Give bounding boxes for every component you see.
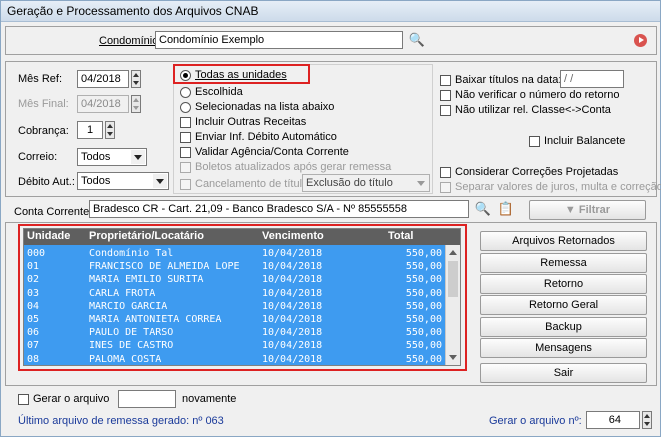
validar-agencia-checkbox[interactable] (180, 147, 191, 158)
nao-utilizar-checkbox[interactable] (440, 105, 451, 116)
cobranca-input[interactable]: 1 (77, 121, 103, 139)
mes-ref-label: Mês Ref: (18, 73, 63, 85)
filtrar-button: ▼ Filtrar (529, 200, 646, 220)
nao-verificar-checkbox[interactable] (440, 90, 451, 101)
escolhida-label[interactable]: Escolhida (195, 86, 243, 98)
cobranca-spinner[interactable] (105, 121, 115, 139)
enviar-debito-label[interactable]: Enviar Inf. Débito Automático (195, 131, 337, 143)
mes-final-spinner (131, 95, 141, 113)
backup-button[interactable]: Backup (480, 317, 647, 337)
incluir-balancete-checkbox[interactable] (529, 136, 540, 147)
nao-utilizar-label[interactable]: Não utilizar rel. Classe<->Conta (455, 104, 611, 116)
gerar-numero-spinner[interactable] (642, 411, 652, 429)
debito-label: Débito Aut.: (18, 176, 75, 188)
chevron-down-icon (153, 174, 167, 188)
sair-button[interactable]: Sair (480, 363, 647, 383)
retorno-geral-button[interactable]: Retorno Geral (480, 295, 647, 315)
mes-final-label: Mês Final: (18, 98, 69, 110)
enviar-debito-checkbox[interactable] (180, 132, 191, 143)
correio-value: Todos (81, 151, 111, 163)
gerar-numero-label: Gerar o arquivo nº: (489, 415, 582, 427)
retorno-button[interactable]: Retorno (480, 274, 647, 294)
cancelamento-checkbox (180, 179, 191, 190)
baixar-titulos-label[interactable]: Baixar títulos na data: (455, 74, 561, 86)
cnab-window: Geração e Processamento dos Arquivos CNA… (0, 0, 661, 437)
cobranca-label: Cobrança: (18, 125, 69, 137)
chevron-down-icon (414, 176, 428, 190)
separar-checkbox (440, 182, 451, 193)
todas-unidades-highlight (173, 64, 310, 84)
filtrar-label: Filtrar (578, 204, 611, 216)
gerar-arquivo-checkbox[interactable] (18, 394, 29, 405)
grid-highlight (18, 224, 467, 371)
baixar-titulos-checkbox[interactable] (440, 75, 451, 86)
incluir-outras-label[interactable]: Incluir Outras Receitas (195, 116, 306, 128)
mes-ref-spinner[interactable] (131, 70, 141, 88)
escolhida-radio[interactable] (180, 87, 191, 98)
remessa-button[interactable]: Remessa (480, 253, 647, 273)
selecionadas-label[interactable]: Selecionadas na lista abaixo (195, 101, 334, 113)
binoculars-search-icon[interactable]: 🔍 (472, 199, 494, 219)
selecionadas-radio[interactable] (180, 102, 191, 113)
play-icon[interactable] (634, 34, 647, 47)
debito-select[interactable]: Todos (77, 172, 169, 190)
gerar-numero-input[interactable]: 64 (586, 411, 640, 429)
considerar-label[interactable]: Considerar Correções Projetadas (455, 166, 618, 178)
mensagens-button[interactable]: Mensagens (480, 338, 647, 358)
binoculars-search-icon[interactable]: 🔍 (406, 30, 428, 50)
baixar-data-input[interactable]: / / (560, 70, 624, 88)
boletos-atualizados-checkbox (180, 162, 191, 173)
correio-label: Correio: (18, 151, 58, 163)
separar-label: Separar valores de juros, multa e correç… (455, 181, 661, 193)
condominio-label: Condomínio: (99, 35, 162, 47)
cancelamento-label: Cancelamento de título (195, 178, 309, 190)
mes-final-input: 04/2018 (77, 95, 129, 113)
considerar-checkbox[interactable] (440, 167, 451, 178)
conta-corrente-label: Conta Corrente: (14, 206, 93, 218)
boletos-atualizados-label: Boletos atualizados após gerar remessa (195, 161, 392, 173)
mes-ref-input[interactable]: 04/2018 (77, 70, 129, 88)
cancelamento-value: Exclusão do título (306, 177, 393, 189)
debito-value: Todos (81, 175, 111, 187)
incluir-balancete-label[interactable]: Incluir Balancete (544, 135, 625, 147)
nao-verificar-label[interactable]: Não verificar o número do retorno (455, 89, 619, 101)
incluir-outras-checkbox[interactable] (180, 117, 191, 128)
window-title: Geração e Processamento dos Arquivos CNA… (1, 1, 660, 22)
validar-agencia-label[interactable]: Validar Agência/Conta Corrente (195, 146, 349, 158)
novamente-label: novamente (182, 393, 237, 405)
edit-form-icon[interactable]: 📋 (495, 199, 517, 219)
chevron-down-icon (131, 150, 145, 164)
arquivos-retornados-button[interactable]: Arquivos Retornados (480, 231, 647, 251)
gerar-arquivo-label[interactable]: Gerar o arquivo (33, 393, 109, 405)
ultimo-arquivo-label: Último arquivo de remessa gerado: nº 063 (18, 415, 224, 427)
conta-corrente-input[interactable]: Bradesco CR - Cart. 21,09 - Banco Brades… (89, 200, 469, 218)
cancelamento-select: Exclusão do título (302, 174, 430, 192)
filter-icon: ▼ (564, 204, 576, 216)
gerar-novamente-input[interactable] (118, 390, 176, 408)
condominio-input[interactable]: Condomínio Exemplo (155, 31, 403, 49)
correio-select[interactable]: Todos (77, 148, 147, 166)
